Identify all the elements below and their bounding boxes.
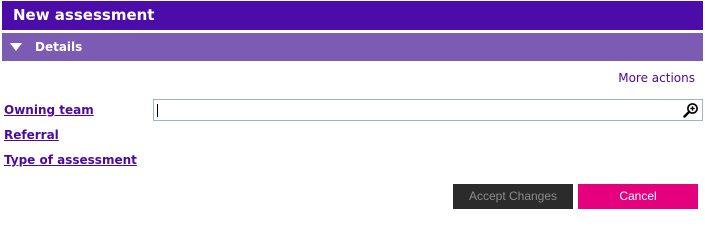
- referral-label[interactable]: Referral: [4, 128, 59, 142]
- more-actions-link[interactable]: More actions: [618, 71, 695, 85]
- details-section-header[interactable]: Details: [2, 33, 703, 61]
- type-of-assessment-label[interactable]: Type of assessment: [4, 153, 137, 167]
- owning-team-input[interactable]: [153, 99, 703, 121]
- triangle-down-icon[interactable]: [10, 43, 22, 51]
- lookup-icon[interactable]: [683, 102, 699, 118]
- text-caret: [157, 104, 158, 117]
- accept-changes-button[interactable]: Accept Changes: [453, 184, 573, 209]
- section-title: Details: [35, 40, 83, 54]
- owning-team-label[interactable]: Owning team: [4, 103, 94, 117]
- title-bar: New assessment: [2, 1, 703, 30]
- cancel-button[interactable]: Cancel: [578, 184, 698, 209]
- page-title: New assessment: [13, 6, 155, 24]
